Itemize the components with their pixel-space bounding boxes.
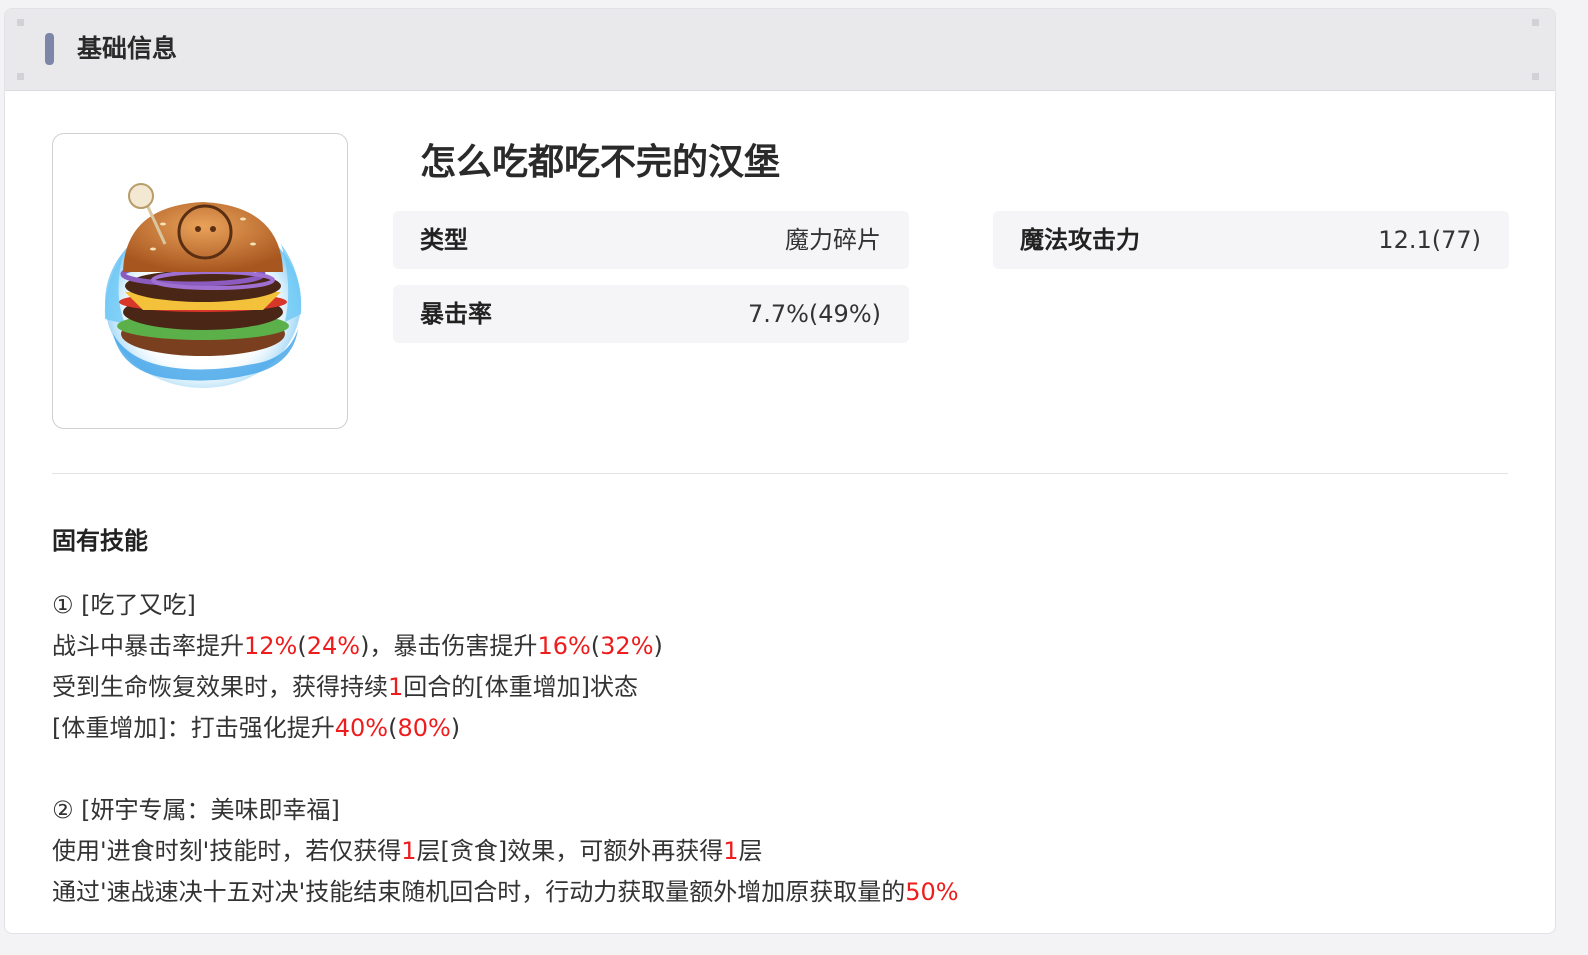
skill-value: 32% [600, 632, 654, 660]
header-accent-bar [45, 33, 54, 65]
skill-value: 1 [401, 837, 417, 865]
skill-line: 战斗中暴击率提升12%(24%)，暴击伤害提升16%(32%) [52, 626, 1492, 667]
stat-type: 类型 魔力碎片 [393, 211, 909, 269]
skill-text: ) [653, 632, 663, 660]
item-name: 怎么吃都吃不完的汉堡 [420, 142, 781, 183]
skill-line: 通过'速战速决十五对决'技能结束随机回合时，行动力获取量额外增加原获取量的50% [52, 872, 1492, 913]
skill-line: ② [妍宇专属：美味即幸福] [52, 790, 1492, 831]
skill-value: 12% [244, 632, 298, 660]
skill-text: ① [吃了又吃] [52, 591, 196, 619]
divider [52, 473, 1508, 474]
stat-label: 类型 [420, 226, 468, 254]
skill-value: 1 [388, 673, 404, 701]
item-image-frame [52, 133, 348, 429]
basic-info-card: 基础信息 怎么吃都吃不完的汉堡 类型 魔力碎片 魔法攻击力 12.1(77) 暴… [4, 8, 1556, 934]
hamburger-item-icon [104, 183, 302, 388]
stat-value: 7.7%(49%) [747, 300, 881, 328]
skill-text: 通过'速战速决十五对决'技能结束随机回合时，行动力获取量额外增加原获取量的 [52, 878, 906, 906]
skill-line: ① [吃了又吃] [52, 585, 1492, 626]
stat-crit-rate: 暴击率 7.7%(49%) [393, 285, 909, 343]
skill-text: [体重增加]：打击强化提升 [52, 714, 335, 742]
stat-label: 暴击率 [420, 300, 492, 328]
skill-text: 受到生命恢复效果时，获得持续 [52, 673, 388, 701]
skill-line-blank [52, 749, 1492, 790]
stat-value: 魔力碎片 [785, 226, 881, 254]
skill-text: 层[贪食]效果，可额外再获得 [416, 837, 724, 865]
skill-value: 24% [306, 632, 361, 660]
skill-value: 40% [334, 714, 389, 742]
skill-text: 战斗中暴击率提升 [52, 632, 244, 660]
skill-line: 使用'进食时刻'技能时，若仅获得1层[贪食]效果，可额外再获得1层 [52, 831, 1492, 872]
corner-dot [1532, 73, 1539, 80]
corner-dot [17, 19, 24, 26]
card-header: 基础信息 [5, 9, 1555, 91]
skill-value: 16% [537, 632, 591, 660]
skill-line: 受到生命恢复效果时，获得持续1回合的[体重增加]状态 [52, 667, 1492, 708]
skill-value: 80% [397, 714, 451, 742]
skill-text: ( [590, 632, 601, 660]
stat-magic-attack: 魔法攻击力 12.1(77) [993, 211, 1509, 269]
skill-text: 层 [738, 837, 763, 865]
skill-text: ② [妍宇专属：美味即幸福] [52, 796, 340, 824]
skill-text: ) [450, 714, 461, 742]
skill-description: ① [吃了又吃] 战斗中暴击率提升12%(24%)，暴击伤害提升16%(32%)… [52, 585, 1492, 913]
skill-value: 50% [905, 878, 959, 906]
skill-line: [体重增加]：打击强化提升40%(80%) [52, 708, 1492, 749]
section-header-title: 基础信息 [77, 34, 178, 63]
stat-label: 魔法攻击力 [1020, 226, 1140, 254]
skills-section-title: 固有技能 [52, 527, 148, 555]
corner-dot [1532, 19, 1539, 26]
skill-value: 1 [723, 837, 739, 865]
corner-dot [17, 73, 24, 80]
skill-text: 回合的[体重增加]状态 [403, 673, 639, 701]
skill-text: )，暴击伤害提升 [360, 632, 538, 660]
skill-text: ( [297, 632, 307, 660]
stat-value: 12.1(77) [1378, 226, 1481, 254]
skill-text: 使用'进食时刻'技能时，若仅获得 [52, 837, 402, 865]
